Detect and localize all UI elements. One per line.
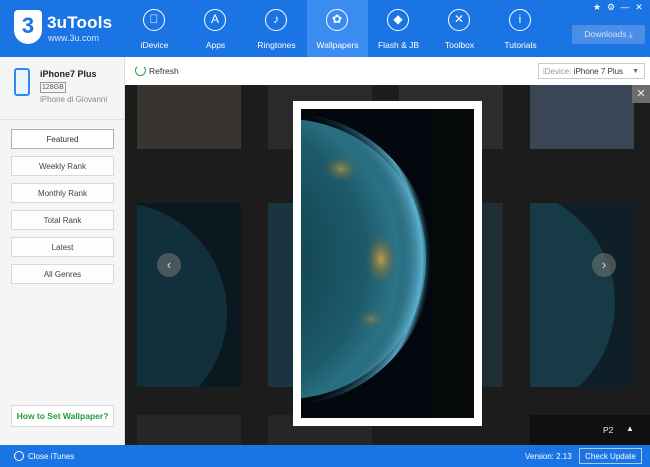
menu-total-rank[interactable]: Total Rank xyxy=(11,210,114,230)
how-to-set-wallpaper-link[interactable]: How to Set Wallpaper? xyxy=(11,405,114,427)
menu-monthly-rank[interactable]: Monthly Rank xyxy=(11,183,114,203)
menu-latest[interactable]: Latest xyxy=(11,237,114,257)
close-itunes-label[interactable]: Close iTunes xyxy=(28,452,74,461)
wallpaper-thumb[interactable] xyxy=(137,415,241,445)
downloads-button[interactable]: Downloads ⤓ xyxy=(572,25,645,44)
nav-idevice[interactable]:  iDevice xyxy=(124,0,185,57)
prev-arrow-icon[interactable]: ‹ xyxy=(157,253,181,277)
nav-label: Wallpapers xyxy=(316,40,359,50)
nav-label: Ringtones xyxy=(257,40,296,50)
refresh-icon[interactable] xyxy=(135,65,146,76)
earth-thumb-icon xyxy=(530,203,615,387)
downloads-label: Downloads xyxy=(584,29,627,39)
tools-icon: ✕ xyxy=(448,9,470,31)
gear-icon[interactable]: ⚙ xyxy=(606,2,616,13)
nav-tutorials[interactable]: i Tutorials xyxy=(490,0,551,57)
close-window-icon[interactable]: ✕ xyxy=(634,2,644,13)
skin-icon[interactable]: ★ xyxy=(592,2,602,13)
refresh-button[interactable]: Refresh xyxy=(149,66,179,76)
chevron-down-icon: ▼ xyxy=(632,68,639,75)
idevice-select[interactable]: iDevice: iPhone 7 Plus ▼ xyxy=(538,63,645,79)
window-controls: ★ ⚙ — ✕ xyxy=(592,2,644,13)
wallpaper-thumb[interactable] xyxy=(137,203,241,387)
nav-flash-jb[interactable]: ◆ Flash & JB xyxy=(368,0,429,57)
nav-label: Apps xyxy=(205,40,226,50)
wallpaper-area: ✕ ‹ › P2 ▲ xyxy=(125,85,650,445)
device-name: iPhone7 Plus xyxy=(40,69,97,79)
title-bar: 3 3uTools www.3u.com  iDevice A Apps ♪ … xyxy=(0,0,650,57)
app-name: 3uTools xyxy=(47,13,113,32)
menu-all-genres[interactable]: All Genres xyxy=(11,264,114,284)
idevice-label: iDevice: xyxy=(543,67,572,76)
main-nav:  iDevice A Apps ♪ Ringtones ✿ Wallpaper… xyxy=(124,0,551,57)
flower-icon: ✿ xyxy=(326,9,348,31)
close-itunes-checkbox[interactable] xyxy=(14,451,24,461)
earth-thumb-icon xyxy=(137,204,227,387)
app-url: www.3u.com xyxy=(48,33,100,43)
nav-label: Toolbox xyxy=(444,40,475,50)
earth-wallpaper-image xyxy=(301,109,474,418)
wallpaper-category-menu: Featured Weekly Rank Monthly Rank Total … xyxy=(11,129,114,291)
iphone-icon xyxy=(14,68,30,96)
wallpaper-preview xyxy=(293,101,482,426)
status-bar: Close iTunes Version: 2.13 Check Update xyxy=(0,445,650,467)
page-number: P2 xyxy=(603,425,614,435)
minimize-icon[interactable]: — xyxy=(620,2,630,13)
idevice-value: iPhone 7 Plus xyxy=(573,67,624,76)
menu-featured[interactable]: Featured xyxy=(11,129,114,149)
menu-weekly-rank[interactable]: Weekly Rank xyxy=(11,156,114,176)
earth-planet-icon xyxy=(301,109,474,418)
device-info: iPhone7 Plus 128GB iPhone di Giovanni xyxy=(0,57,124,114)
device-storage-badge: 128GB xyxy=(40,82,66,93)
close-preview-icon[interactable]: ✕ xyxy=(632,85,650,103)
nav-ringtones[interactable]: ♪ Ringtones xyxy=(246,0,307,57)
device-owner: iPhone di Giovanni xyxy=(40,95,108,104)
nav-label: Flash & JB xyxy=(377,40,420,50)
info-icon: i xyxy=(509,9,531,31)
check-update-button[interactable]: Check Update xyxy=(579,448,642,464)
scroll-top-icon[interactable]: ▲ xyxy=(626,424,634,433)
nav-label: Tutorials xyxy=(504,40,537,50)
appstore-icon: A xyxy=(204,9,226,31)
wallpaper-thumb[interactable] xyxy=(137,85,241,149)
sidebar: iPhone7 Plus 128GB iPhone di Giovanni Fe… xyxy=(0,57,125,445)
wallpaper-thumb[interactable] xyxy=(530,203,634,387)
nav-apps[interactable]: A Apps xyxy=(185,0,246,57)
apple-icon:  xyxy=(143,9,165,31)
nav-label: iDevice xyxy=(140,40,169,50)
wallpaper-thumb[interactable] xyxy=(530,85,634,149)
next-arrow-icon[interactable]: › xyxy=(592,253,616,277)
download-icon: ⤓ xyxy=(628,29,633,39)
3utools-logo-icon: 3 xyxy=(14,10,42,44)
nav-toolbox[interactable]: ✕ Toolbox xyxy=(429,0,490,57)
bell-icon: ♪ xyxy=(265,9,287,31)
dropbox-icon: ◆ xyxy=(387,9,409,31)
nav-wallpapers[interactable]: ✿ Wallpapers xyxy=(307,0,368,57)
page-indicator: P2 ▲ xyxy=(530,415,650,445)
content-toolbar: Refresh iDevice: iPhone 7 Plus ▼ xyxy=(125,57,650,86)
version-label: Version: 2.13 xyxy=(525,452,572,461)
divider xyxy=(0,119,124,120)
